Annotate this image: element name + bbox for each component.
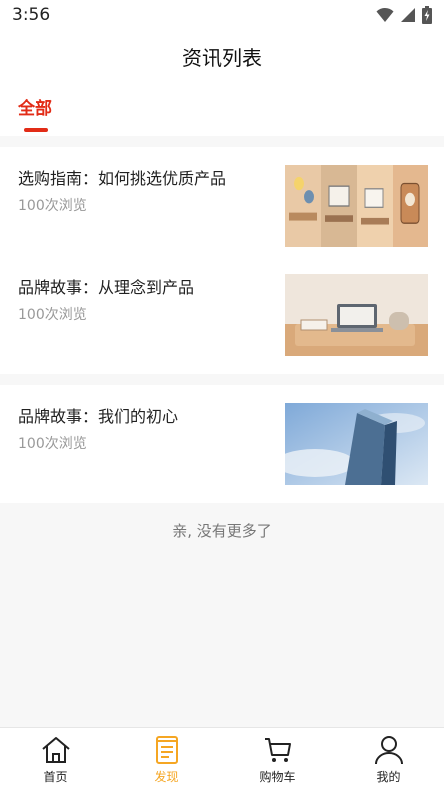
- article-thumbnail-image: [285, 274, 428, 356]
- no-more-text: 亲, 没有更多了: [172, 522, 272, 540]
- signal-icon: [401, 8, 415, 22]
- profile-icon: [374, 736, 403, 765]
- bottom-tab-discover[interactable]: 发现: [111, 728, 222, 789]
- article-card[interactable]: 品牌故事：我们的初心 100次浏览: [0, 385, 444, 503]
- bottom-tab-home[interactable]: 首页: [0, 728, 111, 789]
- article-card[interactable]: 选购指南：如何挑选优质产品 100次浏览: [0, 147, 444, 265]
- bottom-tab-cart[interactable]: 购物车: [222, 728, 333, 789]
- status-icons: [376, 6, 432, 24]
- discover-icon: [155, 736, 178, 764]
- category-tab-bar: 全部: [0, 82, 444, 136]
- tab-all[interactable]: 全部: [18, 94, 52, 119]
- tab-active-indicator: [24, 128, 48, 132]
- home-icon: [41, 737, 70, 763]
- bottom-tab-label: 我的: [376, 770, 401, 784]
- wifi-icon: [376, 7, 394, 22]
- cart-icon: [264, 738, 291, 762]
- bottom-tab-bar: 首页 发现 购物车 我的: [0, 727, 444, 789]
- article-views: 100次浏览: [18, 307, 87, 323]
- article-thumbnail-image: [285, 165, 428, 247]
- article-title: 品牌故事：从理念到产品: [18, 278, 195, 297]
- bottom-tab-label: 发现: [154, 770, 179, 784]
- status-time: 3:56: [12, 5, 51, 25]
- status-bar: 3:56: [0, 0, 444, 30]
- bottom-tab-label: 首页: [43, 770, 68, 784]
- article-views: 100次浏览: [18, 198, 87, 214]
- battery-icon: [422, 6, 432, 24]
- bottom-tab-profile[interactable]: 我的: [333, 728, 444, 789]
- article-title: 选购指南：如何挑选优质产品: [18, 169, 227, 188]
- article-thumbnail-image: [285, 403, 428, 485]
- article-views: 100次浏览: [18, 436, 87, 452]
- article-card[interactable]: 品牌故事：从理念到产品 100次浏览: [0, 256, 444, 374]
- nav-bar: 资讯列表: [0, 30, 444, 82]
- article-title: 品牌故事：我们的初心: [18, 407, 179, 426]
- page-title: 资讯列表: [182, 45, 262, 70]
- bottom-tab-label: 购物车: [259, 770, 296, 784]
